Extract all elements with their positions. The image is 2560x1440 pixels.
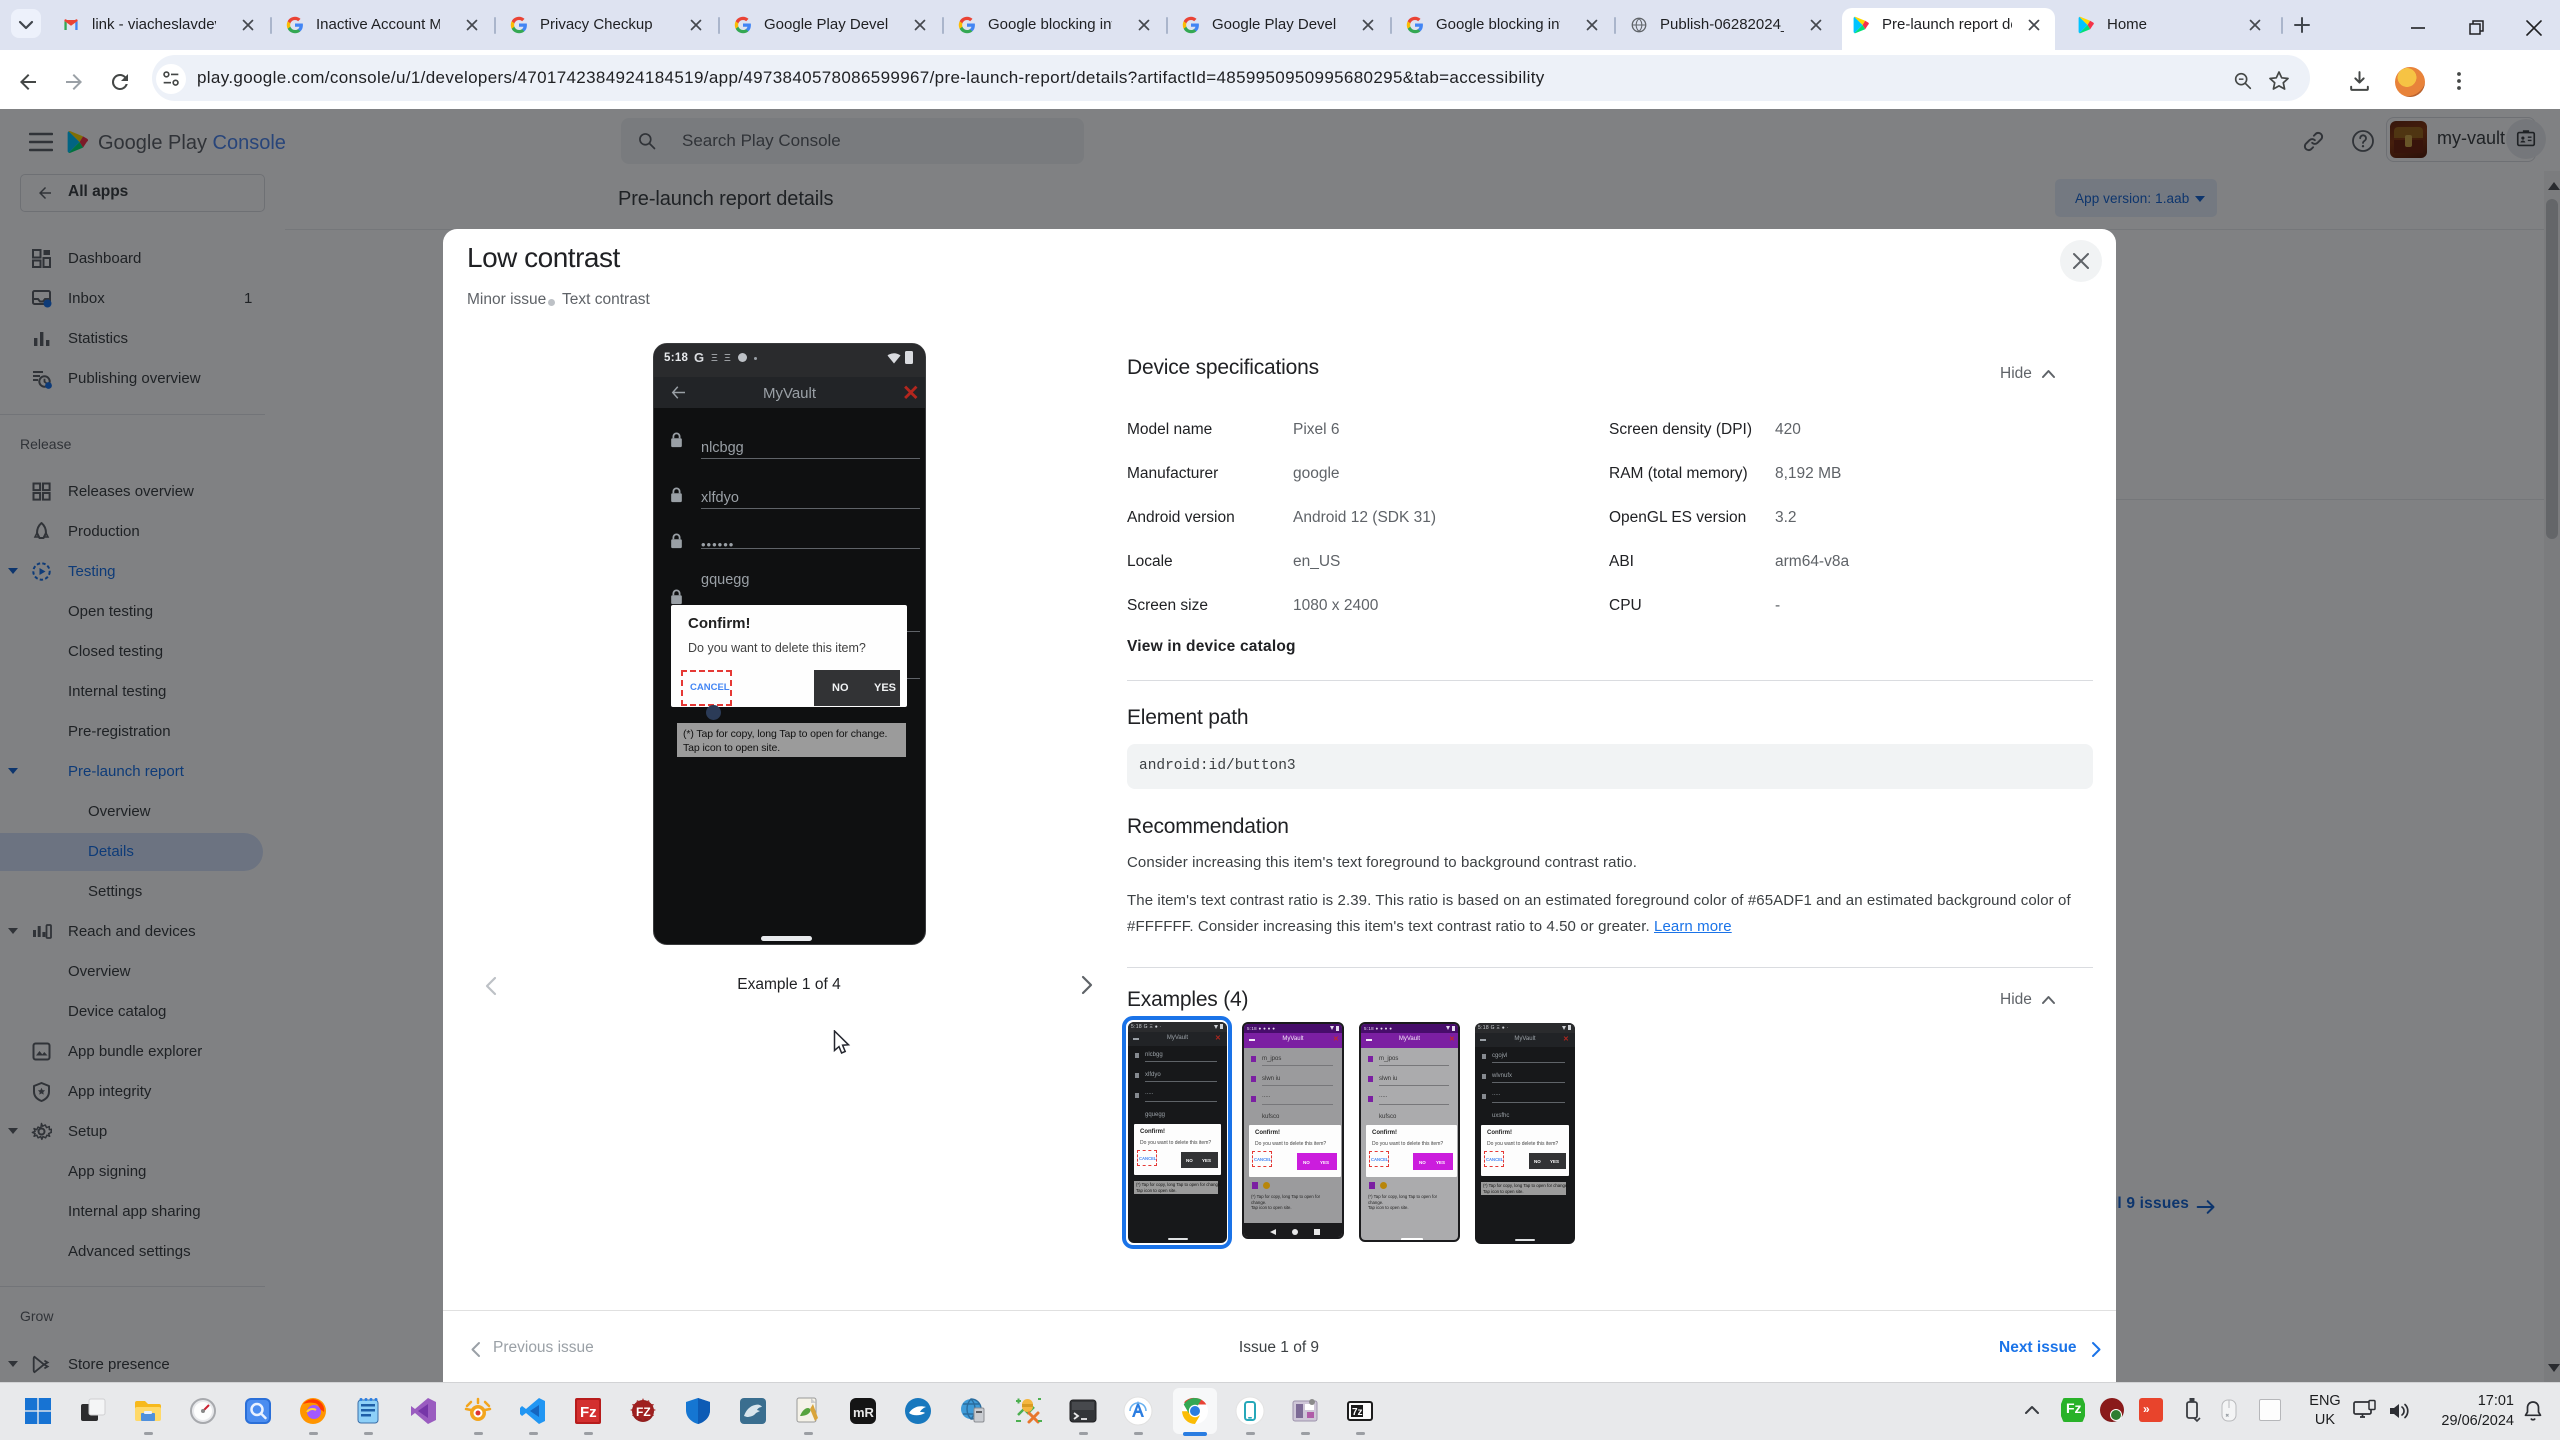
svg-text:7z: 7z [1352, 1407, 1363, 1418]
svg-text:FZ: FZ [636, 1405, 651, 1419]
svg-text:mR: mR [853, 1405, 875, 1420]
svg-text:Fz: Fz [580, 1404, 597, 1421]
